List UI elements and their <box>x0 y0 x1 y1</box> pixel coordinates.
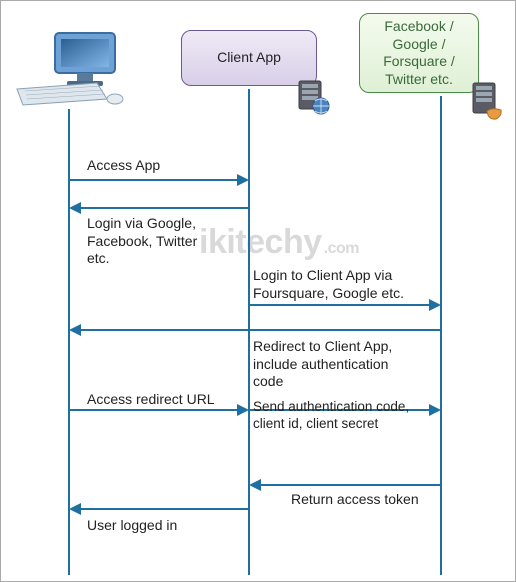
label-login-to-provider: Login to Client App via Foursquare, Goog… <box>253 267 404 302</box>
lifeline-client <box>248 89 250 575</box>
arrowhead-send-auth-code <box>429 404 441 416</box>
participant-client-box: Client App <box>181 30 317 86</box>
watermark: ikitechy .com <box>199 223 359 262</box>
sequence-diagram: ikitechy .com Client App <box>0 0 516 582</box>
label-redirect-code: Redirect to Client App, include authenti… <box>253 338 392 391</box>
watermark-text: ikitechy <box>199 223 322 262</box>
lifeline-provider <box>440 96 442 575</box>
arrow-redirect-code <box>79 329 441 331</box>
arrowhead-return-token <box>249 479 261 491</box>
arrow-access-app <box>69 179 239 181</box>
arrowhead-redirect-code <box>69 324 81 336</box>
participant-user <box>11 29 129 107</box>
arrow-return-token <box>259 484 441 486</box>
app-server-icon <box>293 79 333 117</box>
label-access-redirect-url: Access redirect URL <box>87 391 215 409</box>
label-return-token: Return access token <box>291 491 419 509</box>
arrowhead-user-logged-in <box>69 503 81 515</box>
arrow-user-logged-in <box>79 508 249 510</box>
desktop-computer-icon <box>11 29 129 107</box>
participant-provider-box: Facebook / Google / Forsquare / Twitter … <box>359 13 479 93</box>
label-login-options: Login via Google, Facebook, Twitter etc. <box>87 215 197 268</box>
client-app-label: Client App <box>217 49 281 67</box>
arrowhead-access-app <box>237 174 249 186</box>
server-icon <box>467 81 507 121</box>
arrowhead-login-options <box>69 202 81 214</box>
arrow-access-redirect-url <box>69 409 239 411</box>
provider-label: Facebook / Google / Forsquare / Twitter … <box>383 18 455 88</box>
arrowhead-login-to-provider <box>429 299 441 311</box>
arrow-login-options <box>79 207 249 209</box>
arrowhead-access-redirect-url <box>237 404 249 416</box>
arrow-login-to-provider <box>249 304 431 306</box>
watermark-suffix: .com <box>324 240 359 258</box>
label-access-app: Access App <box>87 157 160 175</box>
label-send-auth-code: Send authentication code, client id, cli… <box>253 399 409 433</box>
label-user-logged-in: User logged in <box>87 517 177 535</box>
